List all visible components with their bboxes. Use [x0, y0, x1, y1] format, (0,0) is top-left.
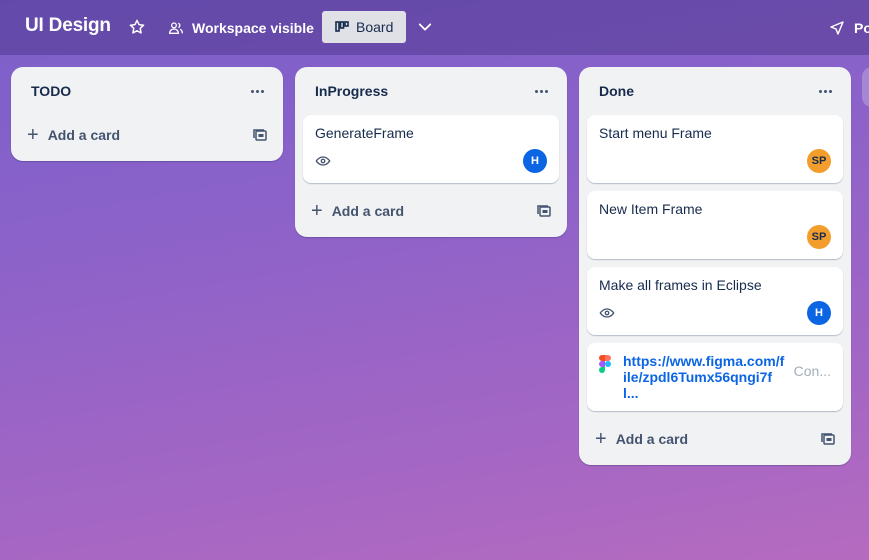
add-another-list-button[interactable] — [862, 67, 869, 107]
card-badges: H — [315, 149, 547, 173]
plus-icon: + — [311, 200, 323, 222]
ellipsis-icon — [250, 89, 264, 93]
workspace-visibility-button[interactable]: Workspace visible — [168, 18, 314, 38]
board-view-icon — [335, 21, 349, 32]
board-title[interactable]: UI Design — [25, 15, 111, 37]
add-card-label: Add a card — [331, 203, 405, 219]
card-new-item-frame[interactable]: New Item Frame SP — [587, 191, 843, 259]
list-todo: TODO + Add a card — [11, 67, 283, 161]
create-from-template-button[interactable] — [251, 126, 269, 144]
card-badges: SP — [599, 225, 831, 249]
list-menu-button[interactable] — [243, 79, 271, 103]
card-title: Start menu Frame — [599, 125, 712, 141]
card-title: New Item Frame — [599, 201, 703, 217]
add-card-row: + Add a card — [11, 115, 283, 155]
list-header: TODO — [11, 67, 283, 115]
star-icon — [129, 19, 145, 34]
power-ups-button[interactable]: Po — [829, 18, 869, 38]
add-card-label: Add a card — [615, 431, 689, 447]
ellipsis-icon — [534, 89, 548, 93]
card-make-all-frames[interactable]: Make all frames in Eclipse H — [587, 267, 843, 335]
card-figma-link[interactable]: https://www.figma.com/file/zpdl6Tumx56qn… — [587, 343, 843, 411]
star-button[interactable] — [128, 18, 146, 36]
create-from-template-icon — [537, 205, 551, 217]
board-header: UI Design Workspace visible Board Po — [0, 0, 869, 55]
list-title[interactable]: Done — [599, 83, 634, 99]
list-inprogress: InProgress GenerateFrame H + Add a card — [295, 67, 567, 237]
card-link[interactable]: https://www.figma.com/file/zpdl6Tumx56qn… — [623, 353, 785, 401]
add-card-button[interactable]: + Add a card — [27, 124, 121, 146]
list-menu-button[interactable] — [527, 79, 555, 103]
list-title[interactable]: InProgress — [315, 83, 388, 99]
create-from-template-icon — [253, 129, 267, 141]
list-header: Done — [579, 67, 851, 115]
list-title[interactable]: TODO — [31, 83, 71, 99]
card-start-menu-frame[interactable]: Start menu Frame SP — [587, 115, 843, 183]
add-card-row: + Add a card — [295, 191, 567, 231]
card-title: Make all frames in Eclipse — [599, 277, 762, 293]
member-avatar[interactable]: SP — [807, 149, 831, 173]
card-badges: H — [599, 301, 831, 325]
link-status: Con... — [793, 363, 831, 379]
ellipsis-icon — [818, 89, 832, 93]
card-badges: SP — [599, 149, 831, 173]
card-title: GenerateFrame — [315, 125, 414, 141]
plus-icon: + — [595, 428, 607, 450]
board-view-button[interactable]: Board — [322, 11, 406, 43]
workspace-visible-icon — [168, 22, 183, 34]
switch-views-button[interactable] — [416, 18, 436, 36]
list-header: InProgress — [295, 67, 567, 115]
eye-icon — [315, 156, 331, 166]
add-card-row: + Add a card — [579, 419, 851, 459]
card-generateframe[interactable]: GenerateFrame H — [303, 115, 559, 183]
member-avatar[interactable]: SP — [807, 225, 831, 249]
plus-icon: + — [27, 124, 39, 146]
eye-icon — [599, 308, 615, 318]
board-view-label: Board — [356, 19, 394, 35]
power-ups-label: Po — [854, 20, 869, 36]
chevron-down-icon — [418, 23, 432, 31]
list-done: Done Start menu Frame SP New Item Frame … — [579, 67, 851, 465]
add-card-button[interactable]: + Add a card — [311, 200, 405, 222]
list-menu-button[interactable] — [811, 79, 839, 103]
add-card-label: Add a card — [47, 127, 121, 143]
member-avatar[interactable]: H — [807, 301, 831, 325]
create-from-template-icon — [821, 433, 835, 445]
figma-logo-icon — [599, 355, 611, 373]
create-from-template-button[interactable] — [535, 202, 553, 220]
add-card-button[interactable]: + Add a card — [595, 428, 689, 450]
member-avatar[interactable]: H — [523, 149, 547, 173]
power-ups-icon — [830, 21, 844, 35]
create-from-template-button[interactable] — [819, 430, 837, 448]
visibility-label: Workspace visible — [192, 20, 314, 36]
